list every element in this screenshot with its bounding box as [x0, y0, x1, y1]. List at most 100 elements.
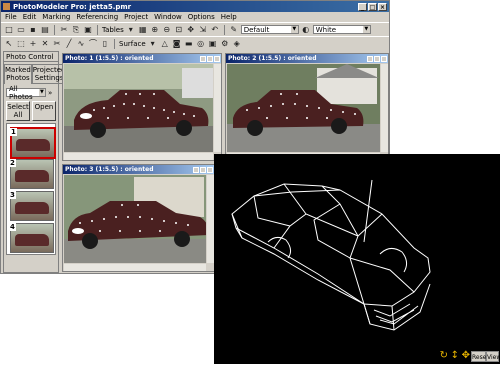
- photo-2-image[interactable]: [227, 64, 380, 152]
- view3d-icon[interactable]: ◈: [232, 39, 242, 49]
- zoom-in-icon[interactable]: ⊕: [150, 25, 160, 35]
- layer-combo[interactable]: Default ▼: [240, 25, 299, 34]
- color-combo[interactable]: White ▼: [312, 25, 371, 34]
- chevron-down-icon[interactable]: ▼: [290, 26, 298, 33]
- maximize-button[interactable]: [200, 166, 206, 173]
- vertical-scrollbar[interactable]: [214, 64, 221, 152]
- cylinder-icon[interactable]: ▯: [100, 39, 110, 49]
- thumbnail-photo-2[interactable]: 2: [9, 159, 54, 189]
- close-button[interactable]: [207, 166, 213, 173]
- cut-icon[interactable]: ✂: [59, 25, 69, 35]
- maximize-button[interactable]: □: [368, 2, 377, 11]
- chevron-down-icon[interactable]: ▼: [38, 89, 45, 96]
- maximize-button[interactable]: [207, 55, 213, 62]
- paste-icon[interactable]: ▣: [83, 25, 93, 35]
- edge-icon[interactable]: ⌒: [88, 39, 98, 49]
- photo-1-image[interactable]: [64, 64, 213, 152]
- reset-button[interactable]: Reset: [471, 351, 489, 362]
- minimize-button[interactable]: [193, 166, 199, 173]
- thumb-number: 2: [9, 159, 16, 167]
- photo-3-title: Photo: 3 (1:5.5) : oriented: [65, 166, 154, 173]
- minimize-button[interactable]: _: [358, 2, 367, 11]
- photo-2-title: Photo: 2 (1:5.5) : oriented: [228, 55, 317, 62]
- open-icon[interactable]: ▭: [16, 25, 26, 35]
- minimize-button[interactable]: [367, 55, 373, 62]
- rotate-icon[interactable]: ↻: [440, 351, 448, 361]
- expand-icon[interactable]: »: [48, 89, 52, 97]
- table-icon[interactable]: ▦: [138, 25, 148, 35]
- minimize-button[interactable]: [200, 55, 206, 62]
- photo-window-1[interactable]: Photo: 1 (1:5.5) : oriented: [62, 53, 222, 161]
- cut-tool-icon[interactable]: ✂: [52, 39, 62, 49]
- menu-edit[interactable]: Edit: [23, 13, 37, 21]
- zoom-fit-icon[interactable]: ⊡: [174, 25, 184, 35]
- tables-label[interactable]: Tables: [102, 26, 124, 34]
- menu-window[interactable]: Window: [154, 13, 182, 21]
- point-icon[interactable]: +: [28, 39, 38, 49]
- thumbnail-list: 1 2 3 4: [6, 123, 56, 255]
- zoom-out-icon[interactable]: ⊖: [162, 25, 172, 35]
- thumb-number: 1: [10, 128, 17, 136]
- photo-filter-select[interactable]: All Photos ▼: [6, 85, 46, 101]
- photo-control-panel: Photo Control Marked Photos Projected Se…: [3, 51, 67, 273]
- surface-dropdown-icon[interactable]: ▾: [148, 39, 158, 49]
- thumb-number: 3: [9, 191, 16, 199]
- menu-bar: File Edit Marking Referencing Project Wi…: [1, 12, 389, 22]
- triangle-icon[interactable]: △: [160, 39, 170, 49]
- pan-icon[interactable]: ✥: [186, 25, 196, 35]
- delete-mark-icon[interactable]: ✕: [40, 39, 50, 49]
- close-button[interactable]: [381, 55, 387, 62]
- wireframe-3d-viewer[interactable]: ↻ ↕ ✥ Reset View: [214, 154, 500, 364]
- photo-window-3[interactable]: Photo: 3 (1:5.5) : oriented: [62, 164, 215, 272]
- view-button[interactable]: View: [486, 351, 500, 362]
- horizontal-scrollbar[interactable]: [64, 153, 213, 160]
- horizontal-scrollbar[interactable]: [64, 264, 206, 271]
- app-icon: [3, 3, 10, 10]
- measure-icon[interactable]: ⇲: [198, 25, 208, 35]
- thumbnail-photo-1[interactable]: 1: [10, 127, 56, 159]
- brush-icon: ✎: [230, 25, 238, 34]
- process-icon[interactable]: ⚙: [220, 39, 230, 49]
- vertical-scrollbar[interactable]: [381, 64, 388, 152]
- open-button[interactable]: Open: [32, 101, 56, 121]
- pan-icon[interactable]: ✥: [462, 351, 470, 361]
- thumbnail-photo-4[interactable]: 4: [9, 223, 54, 253]
- new-icon[interactable]: □: [4, 25, 14, 35]
- save-icon[interactable]: ▪: [28, 25, 38, 35]
- surface-label[interactable]: Surface: [119, 40, 146, 48]
- photo-3-image[interactable]: [64, 175, 206, 263]
- maximize-button[interactable]: [374, 55, 380, 62]
- toolbar-tools: ↖ ⬚ + ✕ ✂ ╱ ∿ ⌒ ▯ Surface ▾ △ ◙ ▬ ◎ ▣ ⚙ …: [1, 36, 389, 50]
- menu-marking[interactable]: Marking: [42, 13, 70, 21]
- target-icon[interactable]: ◎: [196, 39, 206, 49]
- close-button[interactable]: [214, 55, 220, 62]
- window-title: PhotoModeler Pro: jetta5.pmr: [13, 2, 132, 11]
- move-vertical-icon[interactable]: ↕: [451, 351, 459, 361]
- tab-marked-photos[interactable]: Marked Photos: [4, 64, 32, 84]
- photo-1-title: Photo: 1 (1:5.5) : oriented: [65, 55, 154, 62]
- line-icon[interactable]: ╱: [64, 39, 74, 49]
- marquee-icon[interactable]: ⬚: [16, 39, 26, 49]
- select-icon[interactable]: ↖: [4, 39, 14, 49]
- print-icon[interactable]: ▤: [40, 25, 50, 35]
- photo-window-2[interactable]: Photo: 2 (1:5.5) : oriented: [225, 53, 389, 161]
- close-button[interactable]: ×: [378, 2, 387, 11]
- menu-help[interactable]: Help: [221, 13, 237, 21]
- ruler-icon[interactable]: ▬: [184, 39, 194, 49]
- tables-dropdown-icon[interactable]: ▾: [126, 25, 136, 35]
- menu-project[interactable]: Project: [124, 13, 148, 21]
- camera-icon[interactable]: ◙: [172, 39, 182, 49]
- thumbnail-photo-3[interactable]: 3: [9, 191, 54, 221]
- select-all-button[interactable]: Select All: [6, 101, 30, 121]
- curve-icon[interactable]: ∿: [76, 39, 86, 49]
- menu-referencing[interactable]: Referencing: [76, 13, 118, 21]
- vertical-scrollbar[interactable]: [207, 175, 214, 263]
- panel-title: Photo Control: [6, 52, 54, 61]
- undo-icon[interactable]: ↶: [210, 25, 220, 35]
- copy-icon[interactable]: ⎘: [71, 25, 81, 35]
- chevron-down-icon[interactable]: ▼: [362, 26, 370, 33]
- menu-file[interactable]: File: [5, 13, 17, 21]
- menu-options[interactable]: Options: [188, 13, 215, 21]
- photo-icon[interactable]: ▣: [208, 39, 218, 49]
- photo-filter-value: All Photos: [9, 84, 33, 101]
